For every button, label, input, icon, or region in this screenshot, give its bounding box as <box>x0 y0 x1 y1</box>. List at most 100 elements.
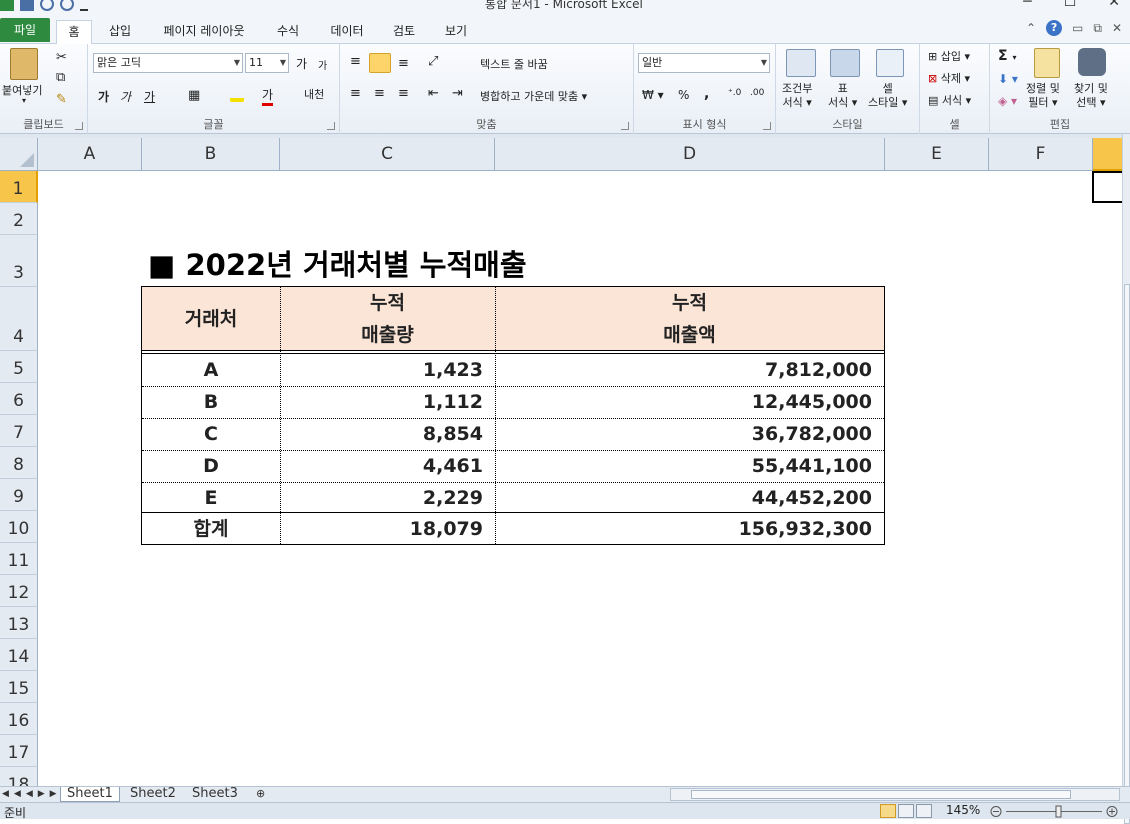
comma-button[interactable]: , <box>704 86 709 102</box>
row-header-5[interactable]: 5 <box>0 351 38 383</box>
delete-cells-button[interactable]: ⊠ 삭제 ▾ <box>928 70 970 86</box>
font-launcher-icon[interactable] <box>327 122 335 130</box>
font-name-select[interactable]: 맑은 고딕 ▼ <box>93 53 243 73</box>
format-table-icon[interactable] <box>830 49 860 77</box>
redo-icon[interactable] <box>60 0 74 11</box>
cell-client[interactable]: B <box>142 386 280 418</box>
increase-indent-icon[interactable]: ⇥ <box>452 86 463 101</box>
row-header-10[interactable]: 10 <box>0 511 38 543</box>
row-header-8[interactable]: 8 <box>0 447 38 479</box>
row-header-11[interactable]: 11 <box>0 543 38 575</box>
row-header-17[interactable]: 17 <box>0 735 38 767</box>
cell-client[interactable]: E <box>142 482 280 514</box>
cell-qty[interactable]: 1,423 <box>280 354 483 386</box>
restore-window-icon[interactable]: ⧉ <box>1093 21 1102 36</box>
cell-qty[interactable]: 4,461 <box>280 450 483 482</box>
find-select-button[interactable]: 찾기 및 선택 ▾ <box>1074 82 1108 110</box>
sheet-tab-2[interactable]: Sheet2 <box>124 787 182 802</box>
cell-styles-icon[interactable] <box>876 49 904 77</box>
worksheet-grid[interactable]: A B C D E F 1 2 3 4 5 6 7 8 9 10 11 12 1… <box>0 138 1122 786</box>
row-header-18[interactable]: 18 <box>0 767 38 786</box>
wrap-text-button[interactable]: 텍스트 줄 바꿈 <box>480 56 548 72</box>
font-color-button[interactable]: 가 <box>262 86 274 106</box>
row-header-4[interactable]: 4 <box>0 287 38 351</box>
normal-view-icon[interactable] <box>880 804 896 818</box>
row-header-6[interactable]: 6 <box>0 383 38 415</box>
format-table-button[interactable]: 표 서식 ▾ <box>828 82 857 110</box>
cell-styles-button[interactable]: 셀 스타일 ▾ <box>868 82 907 110</box>
cell-amount[interactable]: 12,445,000 <box>495 386 872 418</box>
number-format-select[interactable]: 일반 ▼ <box>638 53 770 73</box>
conditional-format-icon[interactable] <box>786 49 816 77</box>
sheet-tab-1[interactable]: Sheet1 <box>60 787 120 802</box>
column-header-f[interactable]: F <box>989 138 1093 171</box>
select-all-button[interactable] <box>0 138 38 171</box>
total-qty[interactable]: 18,079 <box>280 513 483 545</box>
grow-font-button[interactable]: 가 <box>296 55 307 72</box>
page-layout-view-icon[interactable] <box>898 804 914 818</box>
undo-icon[interactable] <box>40 0 54 11</box>
insert-cells-button[interactable]: ⊞ 삽입 ▾ <box>928 48 970 64</box>
horizontal-scrollbar[interactable] <box>670 788 1120 801</box>
column-header-a[interactable]: A <box>38 138 142 171</box>
close-icon[interactable]: ✕ <box>1108 0 1120 10</box>
page-break-view-icon[interactable] <box>916 804 932 818</box>
cell-client[interactable]: C <box>142 418 280 450</box>
insert-sheet-icon[interactable]: ⊕ <box>250 787 271 802</box>
cut-icon[interactable]: ✂ <box>56 50 67 65</box>
underline-button[interactable]: 가 <box>144 88 155 105</box>
column-header-d[interactable]: D <box>495 138 885 171</box>
close-workbook-icon[interactable]: ✕ <box>1112 21 1122 35</box>
percent-button[interactable]: % <box>678 88 689 102</box>
row-header-16[interactable]: 16 <box>0 703 38 735</box>
row-header-7[interactable]: 7 <box>0 415 38 447</box>
cell-amount[interactable]: 7,812,000 <box>495 354 872 386</box>
merge-center-button[interactable]: 병합하고 가운데 맞춤 ▾ <box>480 88 587 104</box>
save-icon[interactable] <box>20 0 34 11</box>
minimize-icon[interactable]: ─ <box>1023 0 1031 10</box>
currency-icon[interactable]: ₩ ▾ <box>642 88 664 102</box>
row-header-14[interactable]: 14 <box>0 639 38 671</box>
vertical-scrollbar[interactable] <box>1122 134 1130 824</box>
align-middle-icon[interactable] <box>369 53 391 73</box>
number-launcher-icon[interactable] <box>763 122 771 130</box>
tab-data[interactable]: 데이터 <box>320 20 374 44</box>
shrink-font-button[interactable]: 가 <box>318 57 327 72</box>
row-header-13[interactable]: 13 <box>0 607 38 639</box>
conditional-format-button[interactable]: 조건부 서식 ▾ <box>782 82 812 110</box>
vertical-scroll-thumb[interactable] <box>1124 284 1130 824</box>
copy-icon[interactable]: ⧉ <box>56 70 65 85</box>
bold-button[interactable]: 가 <box>98 88 109 105</box>
column-header-c[interactable]: C <box>280 138 495 171</box>
fill-icon[interactable]: ⬇ ▾ <box>998 72 1018 86</box>
row-header-1[interactable]: 1 <box>0 171 38 203</box>
tab-formulas[interactable]: 수식 <box>268 20 308 44</box>
decrease-decimal-icon[interactable]: .00 <box>750 88 764 98</box>
horizontal-scroll-thumb[interactable] <box>691 790 1071 799</box>
cell-qty[interactable]: 8,854 <box>280 418 483 450</box>
format-cells-button[interactable]: ▤ 서식 ▾ <box>928 92 971 108</box>
orientation-icon[interactable]: ⤢ <box>428 54 438 69</box>
tab-file[interactable]: 파일 <box>0 18 50 42</box>
align-center-icon[interactable]: ≡ <box>374 86 385 101</box>
increase-decimal-icon[interactable]: ⁺.0 <box>728 88 741 98</box>
zoom-slider[interactable] <box>990 805 1120 818</box>
tab-page-layout[interactable]: 페이지 레이아웃 <box>152 20 256 44</box>
row-header-9[interactable]: 9 <box>0 479 38 511</box>
font-size-select[interactable]: 11 ▼ <box>245 53 289 73</box>
format-painter-icon[interactable]: ✎ <box>56 92 67 107</box>
border-icon[interactable]: ▦ <box>188 88 200 103</box>
decrease-indent-icon[interactable]: ⇤ <box>428 86 439 101</box>
tab-insert[interactable]: 삽입 <box>100 20 140 44</box>
restore-icon[interactable]: ▭ <box>1072 21 1083 35</box>
row-header-15[interactable]: 15 <box>0 671 38 703</box>
cell-amount[interactable]: 36,782,000 <box>495 418 872 450</box>
paste-icon[interactable] <box>10 48 38 80</box>
cell-amount[interactable]: 44,452,200 <box>495 482 872 514</box>
sheet-tab-3[interactable]: Sheet3 <box>186 787 244 802</box>
column-header-selected[interactable] <box>1093 138 1122 171</box>
customize-qat-icon[interactable] <box>80 0 88 11</box>
cell-qty[interactable]: 2,229 <box>280 482 483 514</box>
tab-review[interactable]: 검토 <box>384 20 424 44</box>
clipboard-launcher-icon[interactable] <box>75 122 83 130</box>
